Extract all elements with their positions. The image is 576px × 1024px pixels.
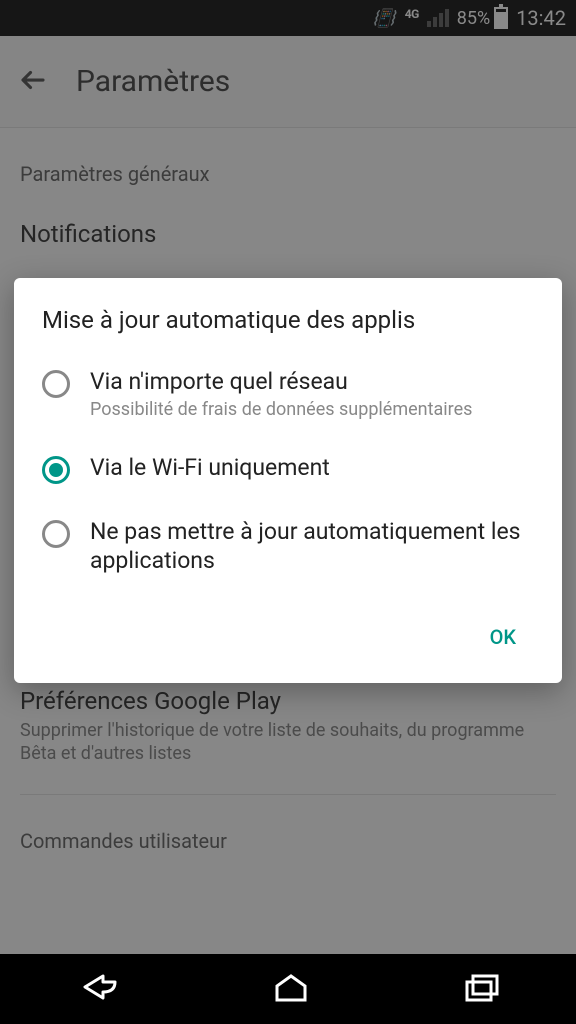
option-label: Via n'importe quel réseau	[90, 368, 472, 397]
auto-update-dialog: Mise à jour automatique des applis Via n…	[14, 278, 562, 683]
ok-button[interactable]: OK	[478, 617, 528, 657]
option-wifi-only[interactable]: Via le Wi-Fi uniquement	[42, 454, 534, 484]
nav-recents-icon[interactable]	[461, 970, 501, 1008]
option-label: Ne pas mettre à jour automatiquement les…	[90, 518, 534, 576]
option-sublabel: Possibilité de frais de données suppléme…	[90, 399, 472, 420]
radio-checked-icon	[42, 456, 70, 484]
screen: 📳 4G 85% 13:42 Paramètres Paramètres gén…	[0, 0, 576, 1024]
radio-unchecked-icon	[42, 370, 70, 398]
dialog-actions: OK	[42, 609, 534, 675]
nav-home-icon[interactable]	[271, 970, 311, 1008]
nav-back-icon[interactable]	[75, 970, 121, 1008]
option-any-network[interactable]: Via n'importe quel réseau Possibilité de…	[42, 368, 534, 420]
radio-unchecked-icon	[42, 520, 70, 548]
dialog-title: Mise à jour automatique des applis	[42, 306, 534, 334]
option-no-update[interactable]: Ne pas mettre à jour automatiquement les…	[42, 518, 534, 576]
navigation-bar	[0, 954, 576, 1024]
option-label: Via le Wi-Fi uniquement	[90, 454, 330, 483]
